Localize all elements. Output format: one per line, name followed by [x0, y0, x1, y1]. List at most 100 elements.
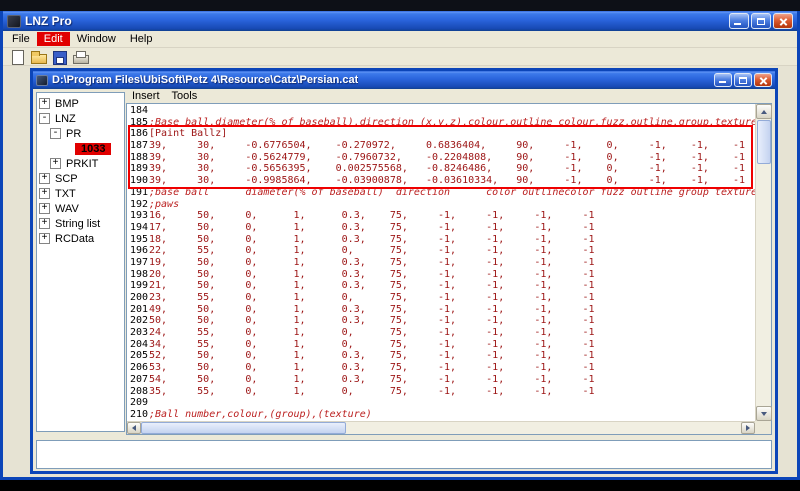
- document-minimize-button[interactable]: [714, 73, 732, 87]
- tree-item-wav[interactable]: + WAV: [37, 201, 124, 216]
- main-title-bar[interactable]: LNZ Pro: [3, 11, 797, 31]
- menu-item-tools[interactable]: Tools: [166, 90, 204, 102]
- tree-item-txt[interactable]: + TXT: [37, 186, 124, 201]
- window-title: LNZ Pro: [25, 14, 72, 28]
- expand-icon[interactable]: +: [39, 233, 50, 244]
- line-number: 186: [130, 128, 149, 140]
- collapse-icon[interactable]: -: [39, 113, 50, 124]
- resource-tree[interactable]: + BMP - LNZ - PR 1033 + PRKIT + SCP + TXT + WAV + String…: [36, 92, 125, 432]
- line-number: 192: [130, 198, 149, 210]
- editor-line: 20552, 50, 0, 1, 0.3, 75, -1, -1, -1, -1: [130, 350, 755, 362]
- line-number: 196: [130, 245, 149, 257]
- tree-item-1033[interactable]: 1033: [37, 141, 124, 156]
- print-icon[interactable]: [71, 49, 89, 65]
- screen: LNZ Pro File Edit Window Help D:\Program Fi…: [0, 0, 800, 491]
- tree-item-rcdata[interactable]: + RCData: [37, 231, 124, 246]
- editor-line: 20434, 55, 0, 1, 0, 75, -1, -1, -1, -1: [130, 339, 755, 351]
- expand-icon[interactable]: +: [39, 218, 50, 229]
- document-title: D:\Program Files\UbiSoft\Petz 4\Resource…: [52, 74, 359, 86]
- tree-item-pr[interactable]: - PR: [37, 126, 124, 141]
- arrow-up-icon: [761, 109, 767, 114]
- expand-icon[interactable]: +: [39, 203, 50, 214]
- expand-icon[interactable]: +: [39, 188, 50, 199]
- save-icon[interactable]: [50, 49, 68, 65]
- line-text: 49, 50, 0, 1, 0.3, 75, -1, -1, -1, -1: [149, 303, 595, 315]
- line-number: 199: [130, 280, 149, 292]
- scroll-left-button[interactable]: [127, 422, 141, 434]
- background-window-strip: [0, 0, 800, 11]
- document-icon: [36, 74, 48, 86]
- editor-line: 20653, 50, 0, 1, 0.3, 75, -1, -1, -1, -1: [130, 362, 755, 374]
- editor-line: 19518, 50, 0, 1, 0.3, 75, -1, -1, -1, -1: [130, 234, 755, 246]
- editor-line: 18739, 30, -0.6776504, -0.270972, 0.6836…: [130, 140, 755, 152]
- line-number: 190: [130, 175, 149, 187]
- close-button[interactable]: [773, 13, 793, 29]
- menu-item-edit[interactable]: Edit: [36, 32, 70, 46]
- line-text: 50, 50, 0, 1, 0.3, 75, -1, -1, -1, -1: [149, 315, 595, 327]
- menu-item-help[interactable]: Help: [123, 32, 160, 46]
- editor-text-area[interactable]: 184 185;Base ball,diameter(% of baseball)…: [127, 104, 755, 421]
- arrow-left-icon: [132, 425, 136, 431]
- line-number: 207: [130, 373, 149, 385]
- close-icon: [779, 17, 788, 26]
- scroll-down-button[interactable]: [756, 406, 772, 421]
- document-close-button[interactable]: [754, 73, 772, 87]
- close-icon: [759, 76, 768, 85]
- tree-item-string-list[interactable]: + String list: [37, 216, 124, 231]
- editor-line: 20324, 55, 0, 1, 0, 75, -1, -1, -1, -1: [130, 327, 755, 339]
- minimize-button[interactable]: [729, 13, 749, 29]
- horizontal-scrollbar[interactable]: [127, 421, 755, 434]
- line-number: 204: [130, 338, 149, 350]
- scroll-up-button[interactable]: [756, 104, 772, 119]
- line-text: 20, 50, 0, 1, 0.3, 75, -1, -1, -1, -1: [149, 268, 595, 280]
- maximize-button[interactable]: [751, 13, 771, 29]
- lnz-pro-window: LNZ Pro File Edit Window Help D:\Program Fi…: [0, 11, 800, 480]
- document-maximize-button[interactable]: [734, 73, 752, 87]
- vertical-scroll-thumb[interactable]: [757, 120, 771, 164]
- menu-item-file[interactable]: File: [5, 32, 37, 46]
- tree-label: RCData: [55, 232, 95, 245]
- menu-item-window[interactable]: Window: [70, 32, 123, 46]
- tree-label: PR: [66, 127, 82, 140]
- editor-line: 186[Paint Ballz]: [130, 128, 755, 140]
- editor-line: 185;Base ball,diameter(% of baseball),di…: [130, 117, 755, 129]
- line-text: 54, 50, 0, 1, 0.3, 75, -1, -1, -1, -1: [149, 373, 595, 385]
- tree-item-scp[interactable]: + SCP: [37, 171, 124, 186]
- new-document-icon[interactable]: [8, 49, 26, 65]
- collapse-icon[interactable]: -: [50, 128, 61, 139]
- scroll-right-button[interactable]: [741, 422, 755, 434]
- expand-icon[interactable]: +: [50, 158, 61, 169]
- mdi-area: D:\Program Files\UbiSoft\Petz 4\Resource…: [3, 66, 797, 477]
- document-title-bar[interactable]: D:\Program Files\UbiSoft\Petz 4\Resource…: [33, 71, 775, 89]
- line-number: 209: [130, 397, 149, 409]
- line-text: 39, 30, -0.5624779, -0.7960732, -0.22048…: [149, 151, 746, 163]
- menu-item-insert[interactable]: Insert: [126, 90, 166, 102]
- editor-line: 19417, 50, 0, 1, 0.3, 75, -1, -1, -1, -1: [130, 222, 755, 234]
- menu-bar: File Edit Window Help: [3, 31, 797, 48]
- lower-pane[interactable]: [36, 440, 772, 469]
- line-number: 189: [130, 163, 149, 175]
- tree-item-bmp[interactable]: + BMP: [37, 96, 124, 111]
- editor-line: 19820, 50, 0, 1, 0.3, 75, -1, -1, -1, -1: [130, 269, 755, 281]
- editor-line: 19719, 50, 0, 1, 0.3, 75, -1, -1, -1, -1: [130, 257, 755, 269]
- open-folder-icon[interactable]: [29, 49, 47, 65]
- line-text: 24, 55, 0, 1, 0, 75, -1, -1, -1, -1: [149, 327, 595, 339]
- editor-line: 20754, 50, 0, 1, 0.3, 75, -1, -1, -1, -1: [130, 374, 755, 386]
- editor-line: 192;paws: [130, 199, 755, 211]
- horizontal-scroll-thumb[interactable]: [141, 422, 346, 434]
- tree-label: PRKIT: [66, 157, 99, 170]
- line-text: ;paws: [149, 198, 180, 210]
- line-text: 17, 50, 0, 1, 0.3, 75, -1, -1, -1, -1: [149, 221, 595, 233]
- toolbar: [3, 48, 797, 66]
- vertical-scrollbar[interactable]: [755, 104, 772, 421]
- tree-label: WAV: [55, 202, 79, 215]
- line-number: 193: [130, 210, 149, 222]
- line-text: ;Base ball,diameter(% of baseball),direc…: [149, 116, 755, 128]
- tree-label: BMP: [55, 97, 79, 110]
- line-text: 39, 30, -0.5656395, 0.002575568, -0.8246…: [149, 163, 746, 175]
- expand-icon[interactable]: +: [39, 98, 50, 109]
- tree-item-prkit[interactable]: + PRKIT: [37, 156, 124, 171]
- expand-icon[interactable]: +: [39, 173, 50, 184]
- line-text: 16, 50, 0, 1, 0.3, 75, -1, -1, -1, -1: [149, 210, 595, 222]
- tree-item-lnz[interactable]: - LNZ: [37, 111, 124, 126]
